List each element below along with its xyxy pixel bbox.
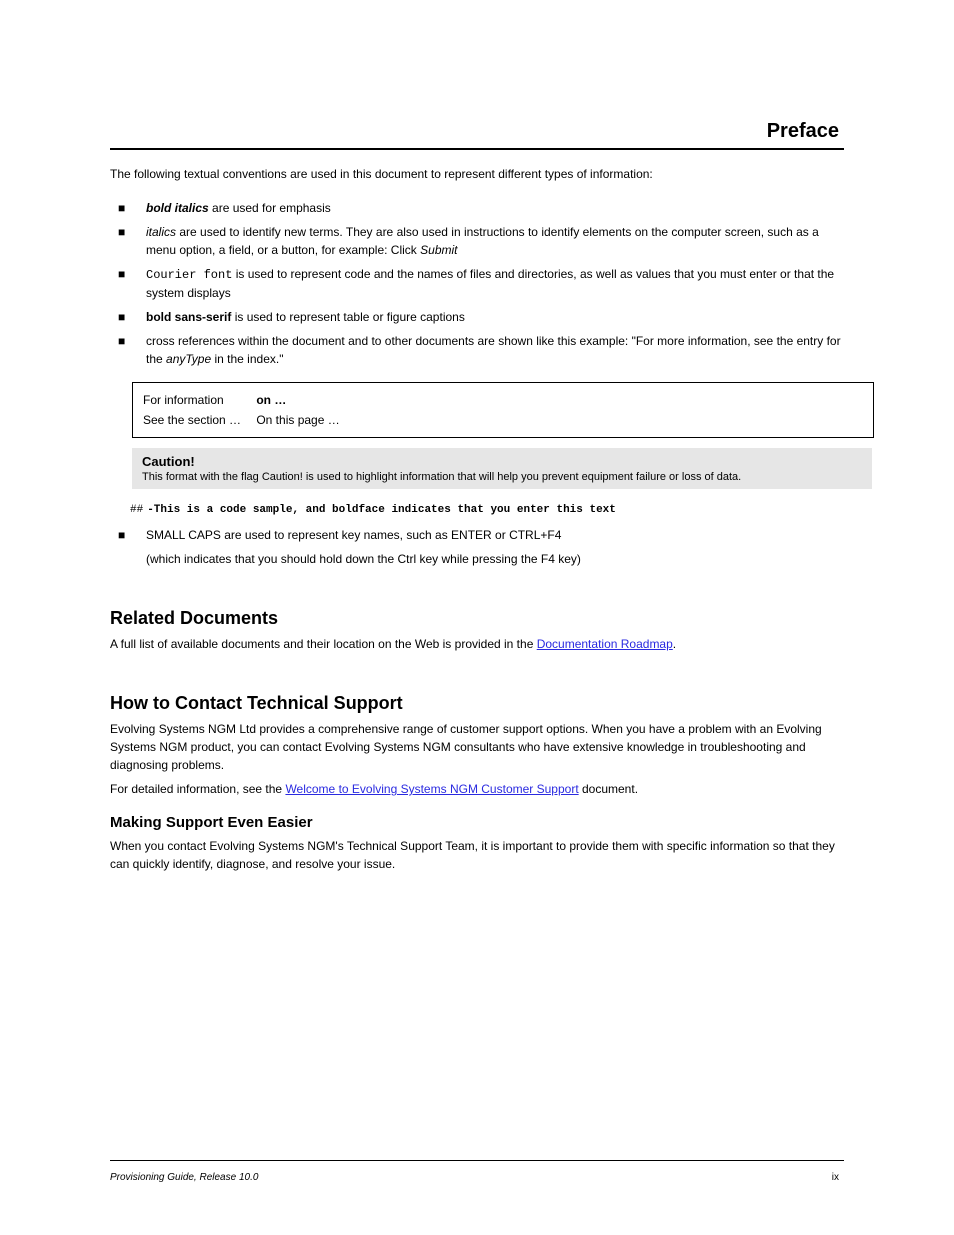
key-combo-mid: or: [492, 528, 509, 542]
key-name-1: ENTER: [451, 528, 492, 542]
convention-item: ■ cross references within the document a…: [132, 332, 844, 368]
section-heading-support: How to Contact Technical Support: [110, 693, 844, 714]
bullet-icon: ■: [132, 199, 146, 217]
support-p1: Evolving Systems NGM Ltd provides a comp…: [110, 720, 844, 774]
doc-roadmap-link[interactable]: Documentation Roadmap: [537, 637, 673, 651]
page-header-title: Preface: [767, 120, 839, 143]
related-docs-body: A full list of available documents and t…: [110, 635, 844, 653]
bullet-icon: ■: [132, 332, 146, 350]
bullet-icon: ■: [132, 308, 146, 326]
code-prompt: ##: [130, 504, 143, 516]
subsection-heading-easier: Making Support Even Easier: [110, 814, 844, 831]
convention-label: bold sans-serif: [146, 310, 231, 324]
convention-rest: is used to represent table or figure cap…: [231, 310, 464, 324]
bullet-icon: ■: [132, 526, 146, 544]
for-info-box: For information on … See the section … O…: [132, 382, 874, 438]
convention-label: italics: [146, 225, 176, 239]
main-content: The following textual conventions are us…: [110, 165, 844, 873]
support-p2: For detailed information, see the Welcom…: [110, 780, 844, 798]
caution-body: This format with the flag Caution! is us…: [142, 471, 862, 483]
footer-page-number: ix: [832, 1172, 839, 1183]
related-docs-before: A full list of available documents and t…: [110, 637, 537, 651]
convention-item: ■ bold italics are used for emphasis: [132, 199, 844, 217]
for-info-text-2: On this page …: [256, 413, 339, 427]
footer-rule: [110, 1160, 844, 1161]
bullet-icon: ■: [132, 265, 146, 283]
code-bold: -This is a code sample, and boldface ind…: [147, 504, 616, 516]
caution-box: Caution! This format with the flag Cauti…: [132, 448, 872, 489]
support-p2-before: For detailed information, see the: [110, 782, 285, 796]
intro-paragraph: The following textual conventions are us…: [110, 165, 844, 183]
convention-rest2: in the index.": [211, 352, 283, 366]
bullet-icon: ■: [132, 223, 146, 241]
caution-title: Caution!: [142, 454, 862, 469]
for-info-label-1: For information: [143, 391, 253, 409]
conventions-list: ■ bold italics are used for emphasis ■ i…: [110, 199, 844, 368]
convention-example: Submit: [420, 243, 457, 257]
welcome-support-link[interactable]: Welcome to Evolving Systems NGM Customer…: [285, 782, 578, 796]
convention-label: Courier font: [146, 268, 232, 282]
convention-rest: is used to represent code and the names …: [146, 267, 834, 300]
convention-rest: are used to identify new terms. They are…: [146, 225, 819, 257]
convention-item: ■ italics are used to identify new terms…: [132, 223, 844, 259]
key-combo-item: ■ SMALL CAPS are used to represent key n…: [110, 526, 844, 568]
code-sample: ## -This is a code sample, and boldface i…: [128, 499, 844, 518]
support-p2-after: document.: [579, 782, 638, 796]
key-combo-label: SMALL CAPS: [146, 528, 221, 542]
key-combo-rest: are used to represent key names, such as: [221, 528, 451, 542]
header-rule: [110, 148, 844, 150]
key-name-2: CTRL+F4: [509, 528, 561, 542]
section-heading-related-docs: Related Documents: [110, 608, 844, 629]
convention-label: bold italics: [146, 201, 209, 215]
support-sub-body: When you contact Evolving Systems NGM's …: [110, 837, 844, 873]
for-info-label-2: See the section …: [143, 411, 253, 429]
key-combo-line2: (which indicates that you should hold do…: [132, 550, 844, 568]
footer-doc-title: Provisioning Guide, Release 10.0: [110, 1172, 258, 1183]
convention-item: ■ Courier font is used to represent code…: [132, 265, 844, 302]
related-docs-after: .: [673, 637, 676, 651]
convention-rest: are used for emphasis: [209, 201, 331, 215]
convention-example: anyType: [166, 352, 211, 366]
convention-item: ■ bold sans-serif is used to represent t…: [132, 308, 844, 326]
for-info-text-1: on …: [256, 393, 286, 407]
